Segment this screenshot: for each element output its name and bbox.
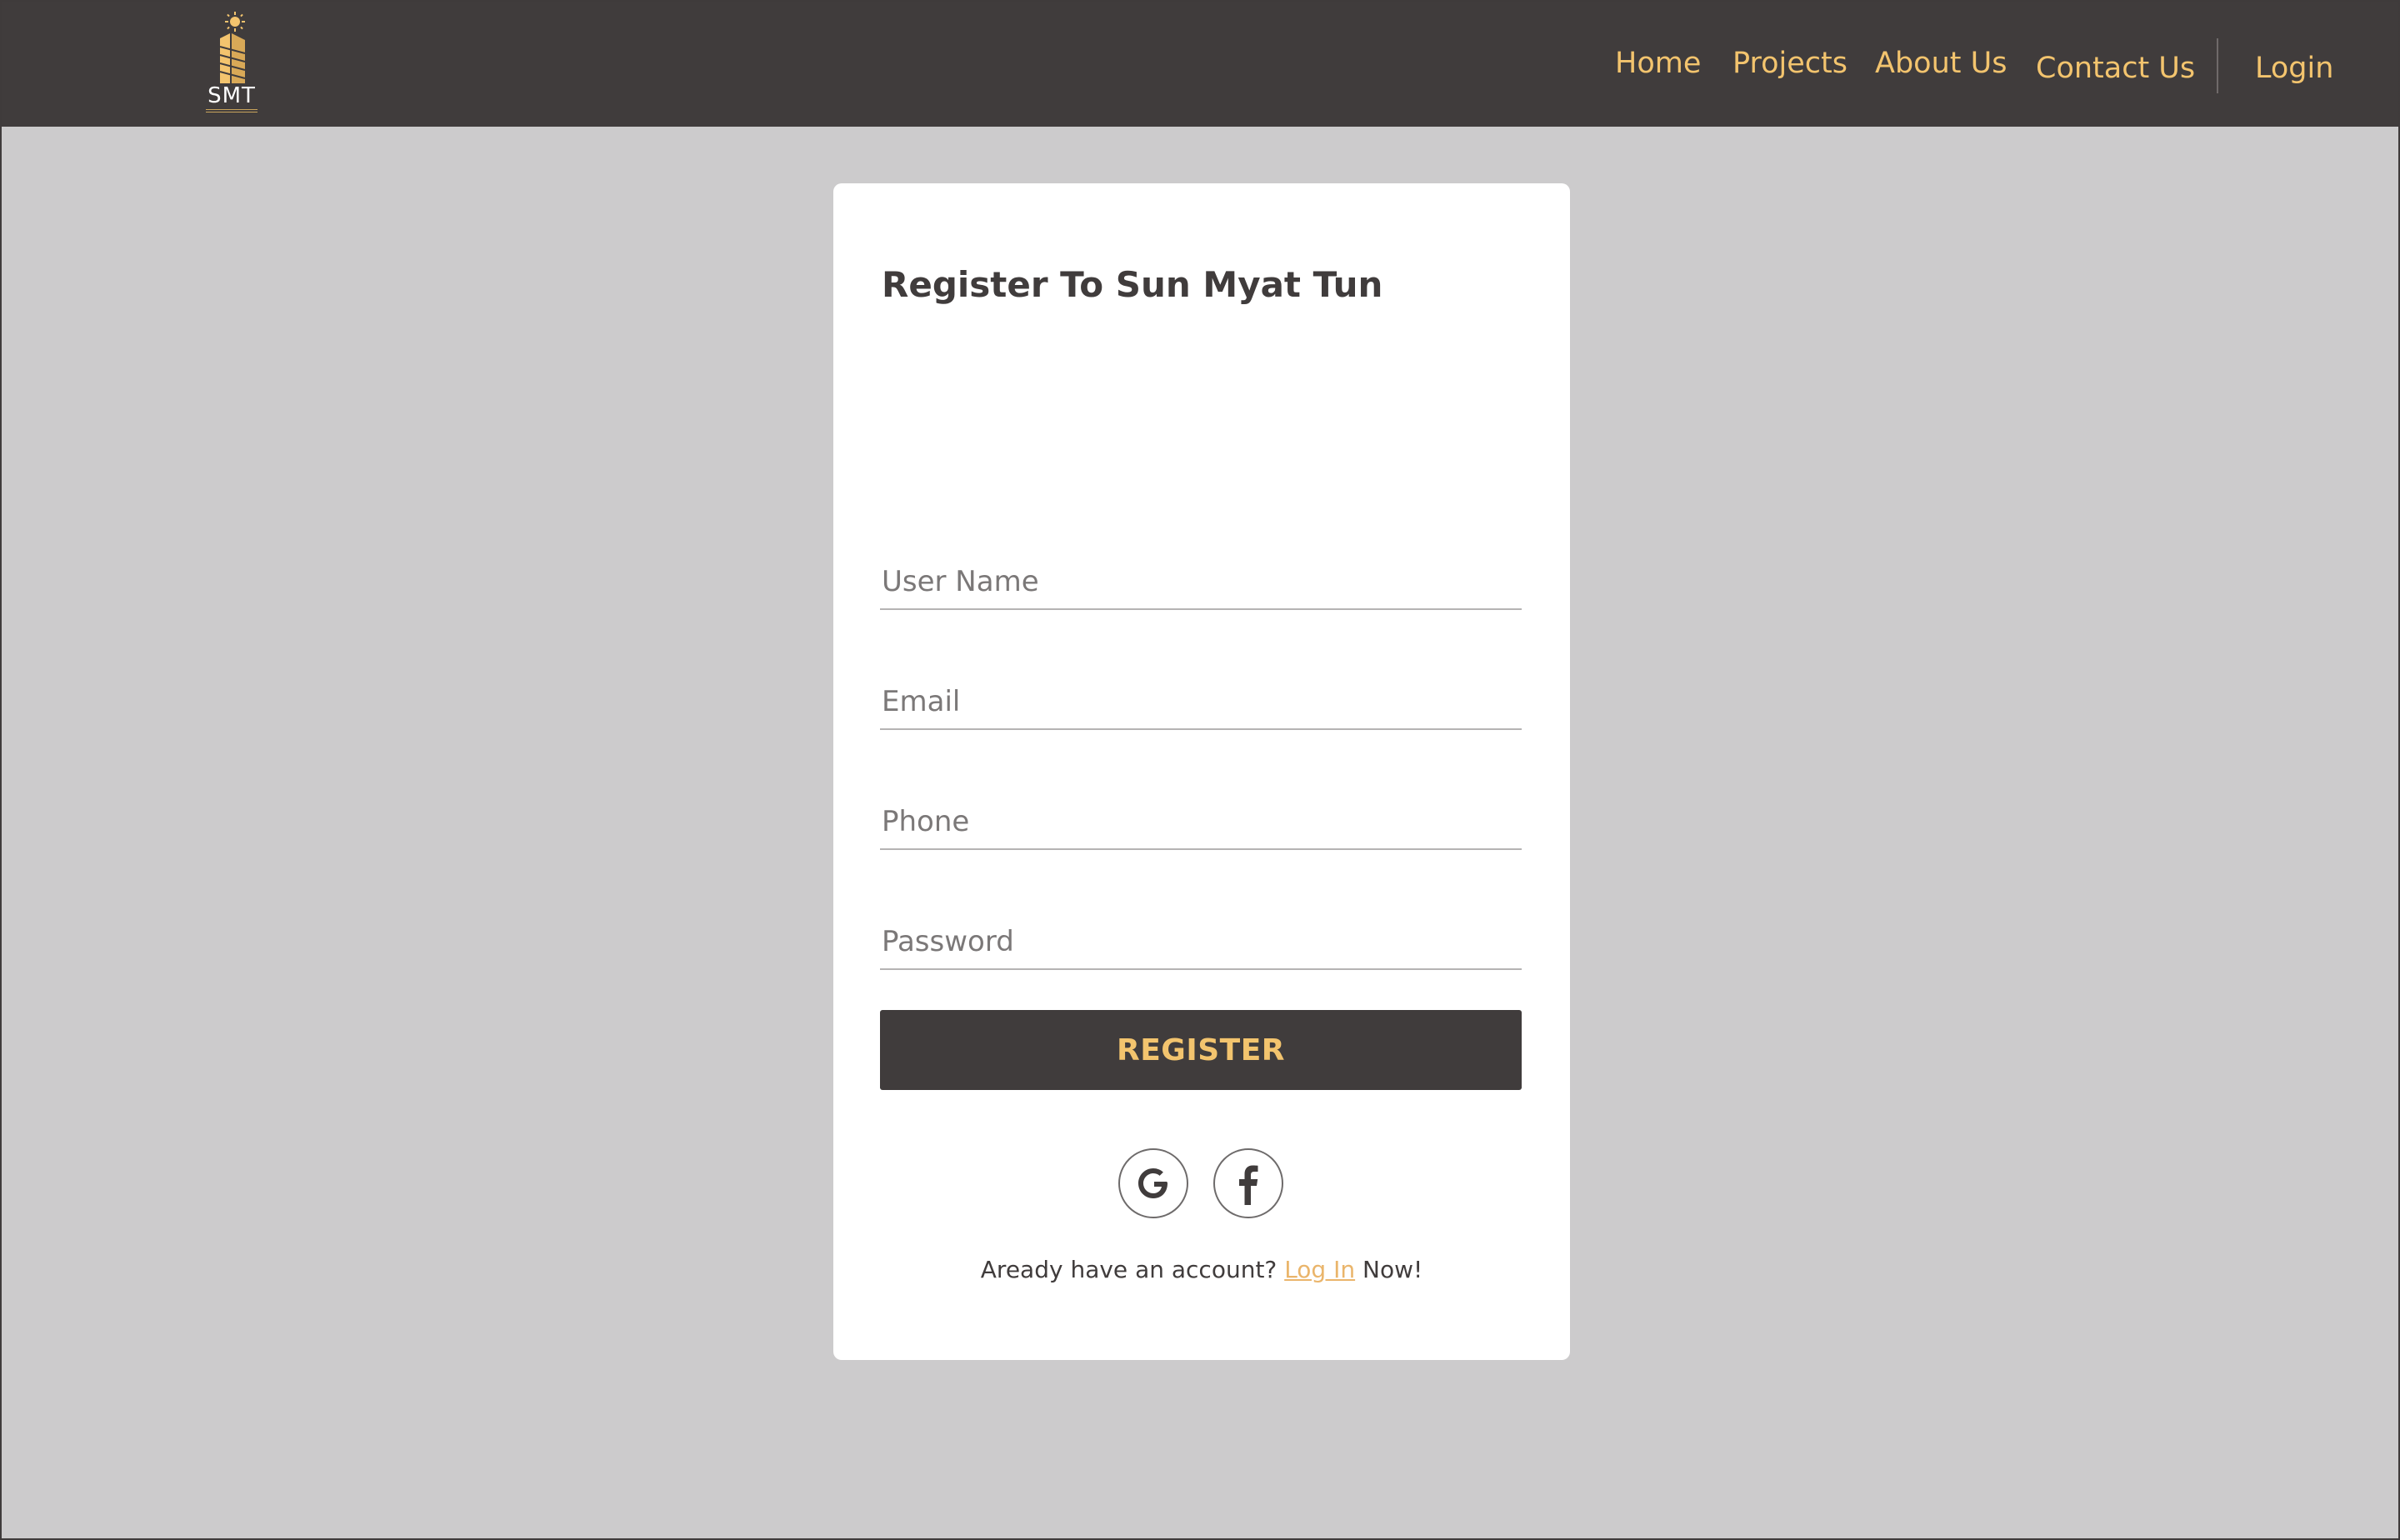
nav-about-link[interactable]: About Us (1875, 47, 2007, 80)
nav-contact-link[interactable]: Contact Us (2036, 52, 2195, 85)
google-icon (1138, 1168, 1168, 1198)
facebook-icon (1239, 1165, 1258, 1205)
login-prompt-suffix: Now! (1362, 1256, 1423, 1283)
nav-login-link[interactable]: Login (2255, 52, 2333, 85)
logo-wordmark: SMT (208, 83, 256, 108)
google-signin-button[interactable] (1118, 1148, 1188, 1218)
facebook-signin-button[interactable] (1213, 1148, 1283, 1218)
register-card: Register To Sun Myat Tun REGISTER Aready… (833, 183, 1570, 1360)
nav-projects-link[interactable]: Projects (1732, 47, 1848, 80)
login-link[interactable]: Log In (1284, 1256, 1355, 1283)
nav-home-link[interactable]: Home (1615, 47, 1701, 80)
password-input[interactable] (880, 915, 1522, 970)
smt-logo[interactable]: SMT (202, 12, 262, 118)
register-title: Register To Sun Myat Tun (882, 264, 1383, 305)
top-navbar: SMT Home Projects About Us Contact Us Lo… (2, 2, 2398, 127)
logo-underline (206, 109, 258, 112)
login-prompt: Aready have an account? Log In Now! (833, 1255, 1570, 1285)
phone-input[interactable] (880, 795, 1522, 850)
email-input[interactable] (880, 675, 1522, 730)
building-logo-icon (219, 12, 246, 83)
register-button[interactable]: REGISTER (880, 1010, 1522, 1090)
nav-divider (2217, 38, 2218, 93)
login-prompt-text: Aready have an account? (980, 1256, 1278, 1283)
username-input[interactable] (880, 555, 1522, 610)
